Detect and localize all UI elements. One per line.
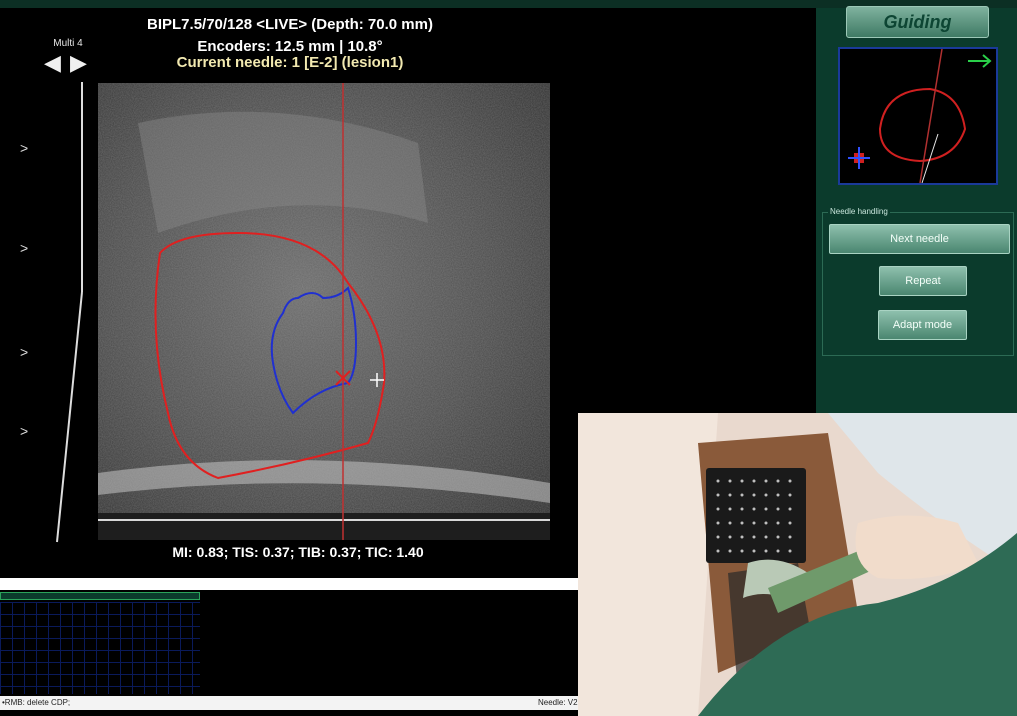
thumb-prostate-contour — [878, 87, 967, 163]
chevron-right-icon[interactable]: > — [20, 344, 28, 360]
guiding-button[interactable]: Guiding — [846, 6, 989, 38]
video-frame — [578, 413, 1017, 716]
needle-handling-title: Needle handling — [828, 207, 890, 216]
multi-view-label: Multi 4 — [53, 38, 83, 49]
status-needle: Needle: V2 — [538, 698, 578, 707]
navigation-thumbnail[interactable] — [838, 47, 998, 185]
encoder-readout: Encoders: 12.5 mm | 10.8° — [197, 38, 383, 55]
next-needle-button[interactable]: Next needle — [829, 224, 1010, 254]
depth-slider-track[interactable] — [52, 82, 88, 544]
bottom-divider — [0, 578, 578, 590]
ultrasound-canvas — [98, 83, 550, 540]
thumb-needle-line — [919, 49, 943, 183]
green-arrow-icon — [968, 54, 992, 68]
needle-template-grid — [706, 468, 806, 563]
triangle-left-icon[interactable]: ◀ — [44, 50, 61, 76]
chevron-right-icon[interactable]: > — [20, 240, 28, 256]
chevron-right-icon[interactable]: > — [20, 423, 28, 439]
probe-info: BIPL7.5/70/128 <LIVE> (Depth: 70.0 mm) — [147, 16, 433, 33]
bottom-edge — [0, 710, 578, 716]
chevron-right-icon[interactable]: > — [20, 140, 28, 156]
status-hint: •RMB: delete CDP; — [2, 698, 71, 707]
timeline-progress-bar[interactable] — [0, 592, 200, 600]
current-needle-label: Current needle: 1 [E-2] (lesion1) — [176, 54, 404, 71]
thumbnail-canvas — [848, 49, 992, 183]
probe-marker-icon — [848, 147, 870, 169]
ultrasound-image[interactable] — [98, 83, 550, 540]
thermal-index-readout: MI: 0.83; TIS: 0.37; TIB: 0.37; TIC: 1.4… — [172, 544, 424, 560]
timeline-grid — [0, 602, 200, 694]
adapt-mode-button[interactable]: Adapt mode — [878, 310, 967, 340]
status-bar: •RMB: delete CDP; Needle: V2 — [0, 696, 578, 710]
camera-video-inset — [578, 413, 1017, 716]
triangle-right-icon[interactable]: ▶ — [70, 50, 87, 76]
repeat-button[interactable]: Repeat — [879, 266, 967, 296]
